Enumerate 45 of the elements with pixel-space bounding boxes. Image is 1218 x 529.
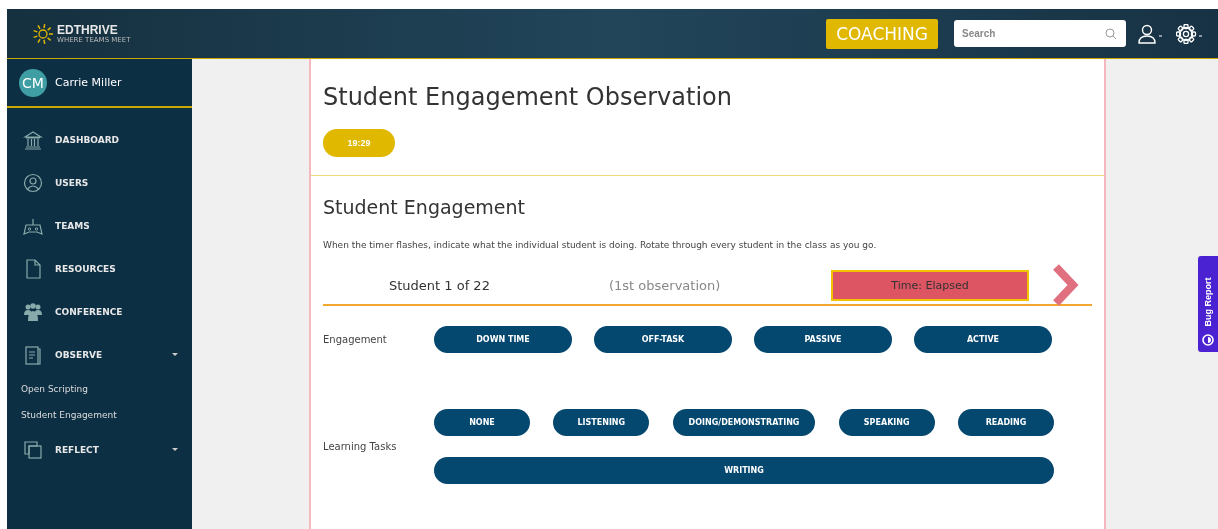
option-button[interactable]: LISTENING (553, 409, 650, 436)
document-icon (23, 344, 43, 365)
sidebar-item[interactable]: REFLECT (7, 428, 192, 471)
option-button[interactable]: READING (958, 409, 1054, 436)
option-button[interactable]: DOING/DEMONSTRATING (672, 409, 816, 436)
option-button[interactable]: OFF-TASK (594, 326, 732, 353)
time-status: Time: Elapsed (831, 269, 1029, 301)
section-title: Student Engagement (323, 196, 527, 218)
caret-icon (172, 448, 178, 451)
sidebar-subitem[interactable]: Student Engagement (7, 402, 192, 428)
copy-icon (23, 439, 43, 460)
option-button[interactable]: DOWN TIME (434, 326, 572, 353)
option-button[interactable]: ACTIVE (914, 326, 1052, 353)
logo-text: EDTHRIVE (57, 23, 119, 36)
sidebar-item[interactable]: CONFERENCE (7, 290, 192, 333)
user-name: Carrie Miller (55, 76, 122, 89)
user-menu-icon[interactable] (1138, 23, 1164, 44)
instructions-text: When the timer flashes, indicate what the individual student is doing. Rotate through every student in the class as you go. (323, 240, 878, 250)
sidebar-item[interactable]: DASHBOARD (7, 118, 192, 161)
option-button[interactable]: PASSIVE (754, 326, 892, 353)
observation-label: (1st observation) (609, 277, 722, 293)
sidebar-item[interactable]: RESOURCES (7, 247, 192, 290)
option-button[interactable]: NONE (434, 409, 530, 436)
circle-icon (1202, 334, 1214, 346)
bank-icon (23, 129, 43, 150)
option-button[interactable]: SPEAKING (838, 409, 935, 436)
settings-icon[interactable] (1176, 23, 1204, 44)
avatar: CM (19, 68, 47, 97)
group-label: Engagement (323, 334, 388, 345)
search-icon (1105, 28, 1117, 40)
sidebar-item[interactable]: TEAMS (7, 204, 192, 247)
option-button[interactable]: WRITING (434, 457, 1054, 484)
file-icon (23, 258, 43, 279)
sidebar-subitem[interactable]: Open Scripting (7, 376, 192, 402)
sidebar-item[interactable]: OBSERVE (7, 333, 192, 376)
sidebar-item[interactable]: USERS (7, 161, 192, 204)
bug-report-tab[interactable]: Bug Report (1198, 256, 1218, 352)
caret-icon (172, 353, 178, 356)
search-field[interactable]: Search (954, 20, 1126, 47)
sun-logo-icon (31, 23, 55, 44)
page-title: Student Engagement Observation (323, 83, 733, 111)
group-label: Learning Tasks (323, 441, 398, 452)
people-icon (23, 301, 43, 322)
student-counter: Student 1 of 22 (389, 277, 491, 293)
user-icon (23, 172, 43, 193)
